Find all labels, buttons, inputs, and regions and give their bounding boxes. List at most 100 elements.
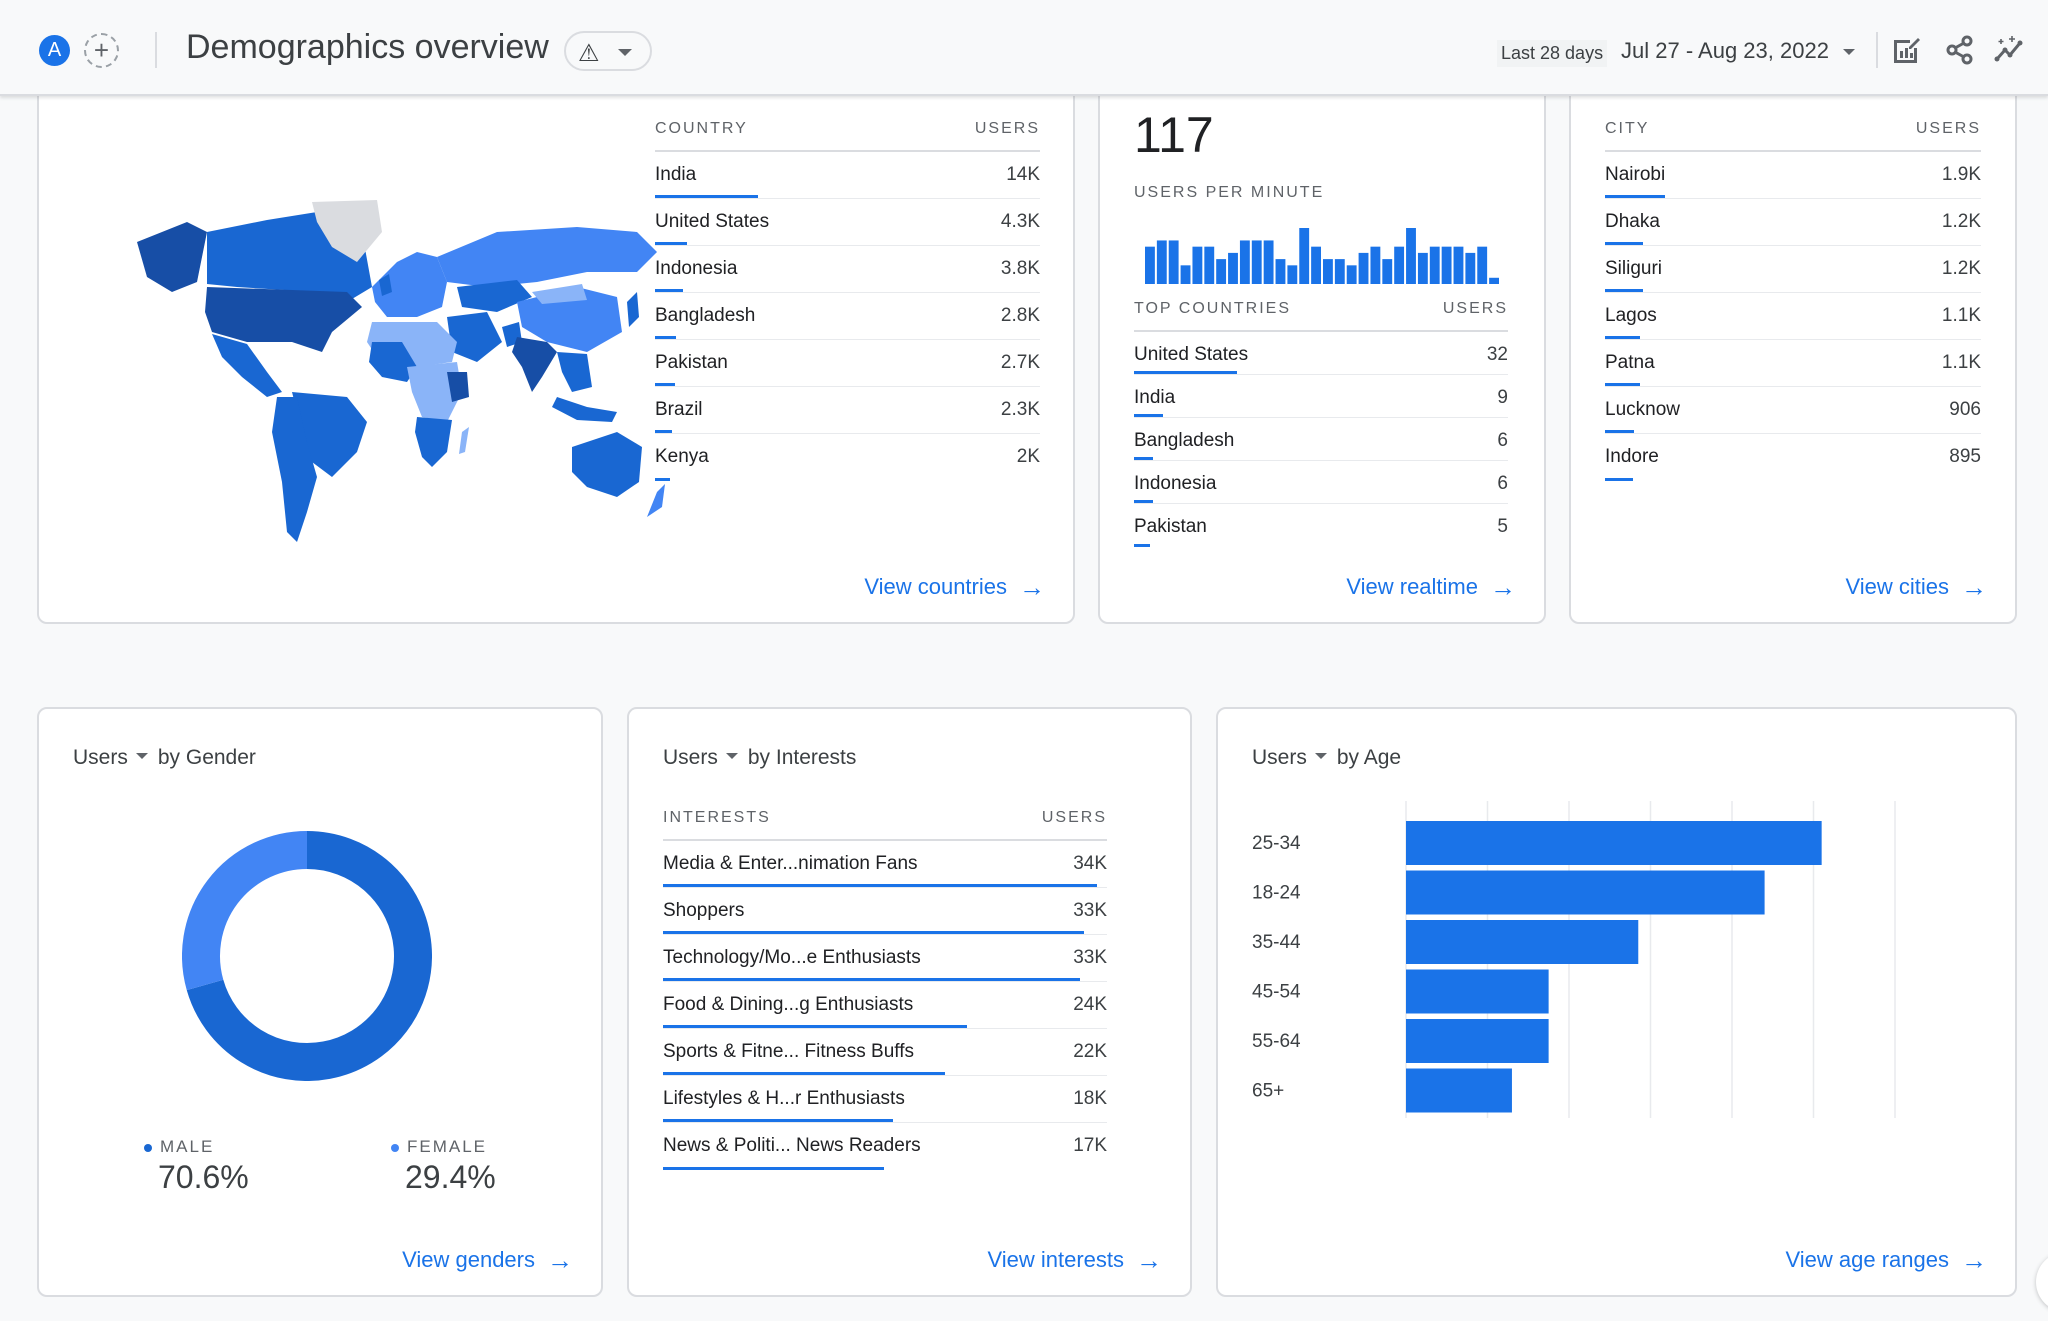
- row-label: Pakistan: [1134, 516, 1207, 537]
- users-per-minute-bar[interactable]: [1287, 265, 1298, 284]
- age-bar-18-24[interactable]: [1406, 870, 1765, 915]
- users-per-minute-bar[interactable]: [1382, 259, 1393, 284]
- users-per-minute-bar[interactable]: [1145, 246, 1155, 284]
- map-country-mexico[interactable]: [212, 334, 282, 397]
- donut-slice-female[interactable]: [182, 831, 308, 991]
- users-per-minute-bar[interactable]: [1192, 246, 1203, 284]
- users-per-minute-bar[interactable]: [1394, 246, 1405, 284]
- users-per-minute-bar[interactable]: [1465, 252, 1476, 284]
- users-per-minute-bar[interactable]: [1417, 252, 1428, 284]
- report-status-chip[interactable]: ⚠: [564, 31, 652, 71]
- users-per-minute-bar[interactable]: [1228, 252, 1238, 284]
- interest-row[interactable]: Lifestyles & H...r Enthusiasts 18K: [663, 1076, 1107, 1123]
- users-per-minute-bar[interactable]: [1180, 265, 1191, 284]
- date-range-picker[interactable]: Jul 27 - Aug 23, 2022: [1621, 38, 1829, 64]
- interest-row[interactable]: Technology/Mo...e Enthusiasts 33K: [663, 935, 1107, 982]
- chevron-down-icon[interactable]: [1314, 753, 1327, 760]
- users-per-minute-bar[interactable]: [1204, 246, 1215, 284]
- users-per-minute-bar[interactable]: [1299, 228, 1310, 284]
- age-bar-55-64[interactable]: [1406, 1019, 1549, 1063]
- users-per-minute-bar[interactable]: [1156, 240, 1167, 284]
- map-country-madagascar[interactable]: [459, 427, 469, 454]
- country-row[interactable]: United States 4.3K: [655, 199, 1040, 246]
- users-per-minute-bar[interactable]: [1453, 246, 1464, 284]
- users-per-minute-bar[interactable]: [1239, 240, 1250, 284]
- view-countries-link[interactable]: View countries →: [864, 572, 1045, 603]
- customize-report-icon[interactable]: [1890, 34, 1922, 66]
- chevron-down-icon[interactable]: [135, 753, 148, 760]
- users-per-minute-bar[interactable]: [1323, 259, 1333, 284]
- interest-row[interactable]: Sports & Fitne... Fitness Buffs 22K: [663, 1029, 1107, 1076]
- country-row[interactable]: Pakistan 2.7K: [655, 340, 1040, 387]
- city-row[interactable]: Patna 1.1K: [1605, 340, 1981, 387]
- country-row[interactable]: Kenya 2K: [655, 434, 1040, 481]
- metric-selector[interactable]: Users: [663, 746, 718, 769]
- floating-action-button[interactable]: [2036, 1252, 2048, 1312]
- map-region-middle-east[interactable]: [447, 312, 502, 362]
- city-row[interactable]: Dhaka 1.2K: [1605, 199, 1981, 246]
- interest-row[interactable]: Food & Dining...g Enthusiasts 24K: [663, 982, 1107, 1029]
- country-row[interactable]: Brazil 2.3K: [655, 387, 1040, 434]
- map-country-russia[interactable]: [437, 227, 657, 287]
- city-row[interactable]: Lucknow 906: [1605, 387, 1981, 434]
- top-country-row[interactable]: India 9: [1134, 375, 1508, 418]
- city-row[interactable]: Lagos 1.1K: [1605, 293, 1981, 340]
- view-genders-link[interactable]: View genders →: [402, 1245, 573, 1276]
- city-row[interactable]: Nairobi 1.9K: [1605, 152, 1981, 199]
- metric-selector[interactable]: Users: [1252, 746, 1307, 769]
- date-range-dropdown-icon[interactable]: [1843, 49, 1855, 55]
- users-per-minute-bar[interactable]: [1216, 259, 1227, 284]
- users-per-minute-bar[interactable]: [1251, 240, 1262, 284]
- users-per-minute-bar[interactable]: [1346, 265, 1357, 284]
- top-country-row[interactable]: Pakistan 5: [1134, 504, 1508, 547]
- city-row[interactable]: Siliguri 1.2K: [1605, 246, 1981, 293]
- view-realtime-link[interactable]: View realtime →: [1346, 572, 1516, 603]
- users-per-minute-bar[interactable]: [1441, 246, 1452, 284]
- top-country-row[interactable]: United States 32: [1134, 332, 1508, 375]
- world-map[interactable]: [117, 192, 687, 562]
- interest-row[interactable]: Media & Enter...nimation Fans 34K: [663, 841, 1107, 888]
- city-row[interactable]: Indore 895: [1605, 434, 1981, 481]
- insights-icon[interactable]: [1994, 34, 2026, 66]
- map-country-india[interactable]: [512, 337, 557, 392]
- add-comparison-button[interactable]: +: [84, 33, 119, 68]
- users-per-minute-bar[interactable]: [1275, 259, 1286, 284]
- age-bar-65+[interactable]: [1406, 1068, 1512, 1113]
- map-region-southeast-asia[interactable]: [557, 352, 592, 392]
- users-per-minute-bar[interactable]: [1477, 246, 1488, 284]
- view-cities-link[interactable]: View cities →: [1845, 572, 1987, 603]
- interest-row[interactable]: Shoppers 33K: [663, 888, 1107, 935]
- users-per-minute-bar[interactable]: [1334, 259, 1345, 284]
- users-per-minute-bar[interactable]: [1311, 246, 1321, 284]
- share-icon[interactable]: [1944, 34, 1976, 66]
- interest-row[interactable]: News & Politi... News Readers 17K: [663, 1123, 1107, 1170]
- view-interests-link[interactable]: View interests →: [987, 1245, 1162, 1276]
- map-country-indonesia[interactable]: [552, 397, 617, 422]
- view-age-ranges-link[interactable]: View age ranges →: [1786, 1245, 1988, 1276]
- users-per-minute-bar[interactable]: [1370, 246, 1381, 284]
- map-region-southern-africa[interactable]: [415, 417, 452, 467]
- users-per-minute-bar[interactable]: [1358, 252, 1369, 284]
- country-row[interactable]: Indonesia 3.8K: [655, 246, 1040, 293]
- users-per-minute-bar[interactable]: [1406, 228, 1416, 284]
- map-country-japan[interactable]: [627, 292, 639, 327]
- age-bar-35-44[interactable]: [1406, 920, 1639, 964]
- users-per-minute-bar[interactable]: [1489, 277, 1499, 284]
- age-bar-25-34[interactable]: [1406, 821, 1822, 865]
- chevron-down-icon[interactable]: [725, 753, 738, 760]
- users-per-minute-bar[interactable]: [1168, 240, 1179, 284]
- map-country-alaska[interactable]: [137, 222, 207, 292]
- country-row[interactable]: India 14K: [655, 152, 1040, 199]
- country-row[interactable]: Bangladesh 2.8K: [655, 293, 1040, 340]
- metric-selector[interactable]: Users: [73, 746, 128, 769]
- top-country-row[interactable]: Indonesia 6: [1134, 461, 1508, 504]
- row-label: Indonesia: [1134, 473, 1217, 494]
- age-bar-45-54[interactable]: [1406, 969, 1549, 1014]
- users-per-minute-bar[interactable]: [1263, 240, 1274, 284]
- users-per-minute-bar[interactable]: [1429, 246, 1440, 284]
- account-avatar[interactable]: A: [39, 35, 70, 66]
- users-per-minute-chart: [1145, 228, 1499, 284]
- map-country-new-zealand[interactable]: [647, 484, 665, 517]
- top-country-row[interactable]: Bangladesh 6: [1134, 418, 1508, 461]
- map-country-australia[interactable]: [572, 432, 642, 497]
